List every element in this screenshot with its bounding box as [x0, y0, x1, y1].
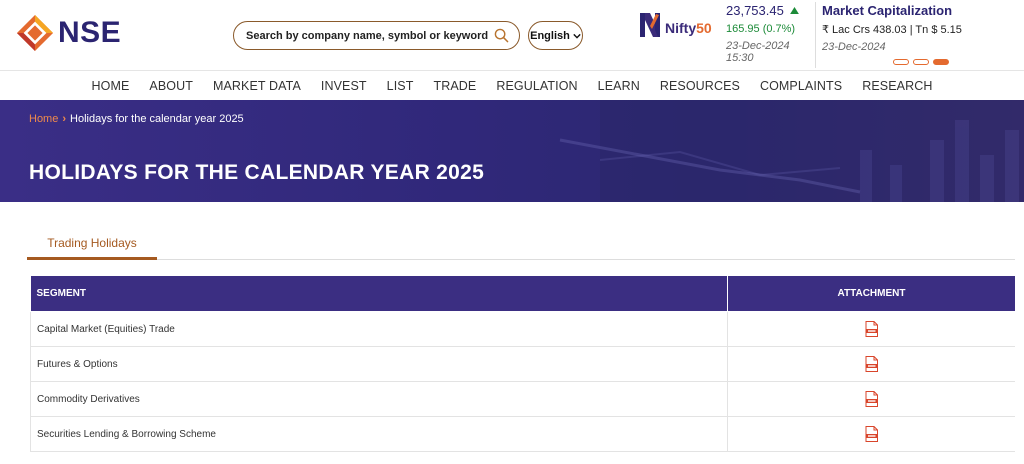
nifty-n-icon: [640, 13, 660, 37]
nifty-value: 23,753.45: [726, 3, 784, 18]
nifty-brand-suffix: 50: [696, 20, 712, 36]
nifty50-logo[interactable]: Nifty50: [637, 10, 712, 40]
search-input[interactable]: [246, 29, 494, 42]
page-banner: Home › Holidays for the calendar year 20…: [0, 100, 1024, 202]
carousel-dot-active[interactable]: [933, 59, 949, 65]
breadcrumb: Home › Holidays for the calendar year 20…: [29, 113, 244, 125]
carousel-dot[interactable]: [893, 59, 909, 65]
nse-logo[interactable]: NSE: [16, 14, 121, 52]
attachment-cell: [727, 416, 1015, 452]
segment-cell: Securities Lending & Borrowing Scheme: [30, 416, 728, 452]
segment-cell: Futures & Options: [30, 346, 728, 382]
language-select[interactable]: English: [528, 21, 583, 50]
market-cap-date: 23-Dec-2024: [822, 41, 886, 53]
nifty-index-panel: 23,753.45 165.95 (0.7%) 23-Dec-2024 15:3…: [726, 3, 818, 64]
site-header: NSE English Nifty50 23,753.45 165.95: [0, 0, 1024, 70]
pdf-icon[interactable]: [865, 426, 878, 442]
up-arrow-icon: [789, 7, 799, 14]
pdf-icon[interactable]: [865, 391, 878, 407]
nav-item-home[interactable]: HOME: [82, 79, 140, 93]
table-row: Securities Lending & Borrowing Scheme: [30, 416, 1015, 452]
nifty-brand-prefix: Nifty: [665, 20, 697, 36]
page-title: HOLIDAYS FOR THE CALENDAR YEAR 2025: [29, 161, 485, 184]
pdf-icon[interactable]: [865, 321, 878, 337]
carousel-dot[interactable]: [913, 59, 929, 65]
search-box[interactable]: [233, 21, 520, 50]
market-cap-title: Market Capitalization: [822, 3, 953, 18]
main-nav: HOME ABOUT MARKET DATA INVEST LIST TRADE…: [0, 70, 1024, 100]
column-header-attachment: ATTACHMENT: [727, 275, 1015, 312]
nav-item-market-data[interactable]: MARKET DATA: [203, 79, 311, 93]
pdf-icon[interactable]: [865, 356, 878, 372]
chevron-right-icon: ›: [62, 113, 67, 125]
nifty-change: 165.95 (0.7%): [726, 23, 796, 35]
carousel-dots: [893, 59, 949, 65]
nse-logo-icon: [16, 14, 54, 52]
nav-item-regulation[interactable]: REGULATION: [486, 79, 587, 93]
column-header-segment: SEGMENT: [30, 275, 728, 312]
table-row: Futures & Options: [30, 346, 1015, 382]
table-row: Commodity Derivatives: [30, 381, 1015, 417]
nav-item-list[interactable]: LIST: [377, 79, 424, 93]
language-selected: English: [530, 29, 570, 42]
nifty-timestamp: 23-Dec-2024 15:30: [726, 40, 790, 64]
nav-item-about[interactable]: ABOUT: [139, 79, 203, 93]
segment-cell: Capital Market (Equities) Trade: [30, 311, 728, 347]
nav-item-research[interactable]: RESEARCH: [852, 79, 942, 93]
nav-item-learn[interactable]: LEARN: [588, 79, 650, 93]
nav-item-complaints[interactable]: COMPLAINTS: [750, 79, 852, 93]
segment-cell: Commodity Derivatives: [30, 381, 728, 417]
attachment-cell: [727, 346, 1015, 382]
table-header-row: SEGMENT ATTACHMENT: [30, 275, 1015, 312]
attachment-cell: [727, 381, 1015, 417]
nav-item-invest[interactable]: INVEST: [311, 79, 377, 93]
search-icon[interactable]: [494, 28, 509, 43]
nifty-value-row: 23,753.45: [726, 3, 818, 18]
breadcrumb-home-link[interactable]: Home: [29, 113, 58, 125]
chevron-down-icon: [573, 33, 581, 39]
logo-text: NSE: [58, 16, 122, 49]
tab-trading-holidays[interactable]: Trading Holidays: [27, 228, 157, 260]
holidays-table: SEGMENT ATTACHMENT Capital Market (Equit…: [30, 275, 1015, 452]
market-cap-values: ₹ Lac Crs 438.03 | Tn $ 5.15: [822, 24, 962, 36]
table-row: Capital Market (Equities) Trade: [30, 311, 1015, 347]
tab-bar: Trading Holidays: [27, 228, 1015, 260]
market-cap-panel: Market Capitalization ₹ Lac Crs 438.03 |…: [822, 3, 962, 53]
breadcrumb-current: Holidays for the calendar year 2025: [70, 113, 244, 125]
nav-item-trade[interactable]: TRADE: [423, 79, 486, 93]
header-divider: [815, 2, 816, 68]
attachment-cell: [727, 311, 1015, 347]
nifty-brand-label: Nifty50: [665, 20, 712, 36]
nav-item-resources[interactable]: RESOURCES: [650, 79, 750, 93]
